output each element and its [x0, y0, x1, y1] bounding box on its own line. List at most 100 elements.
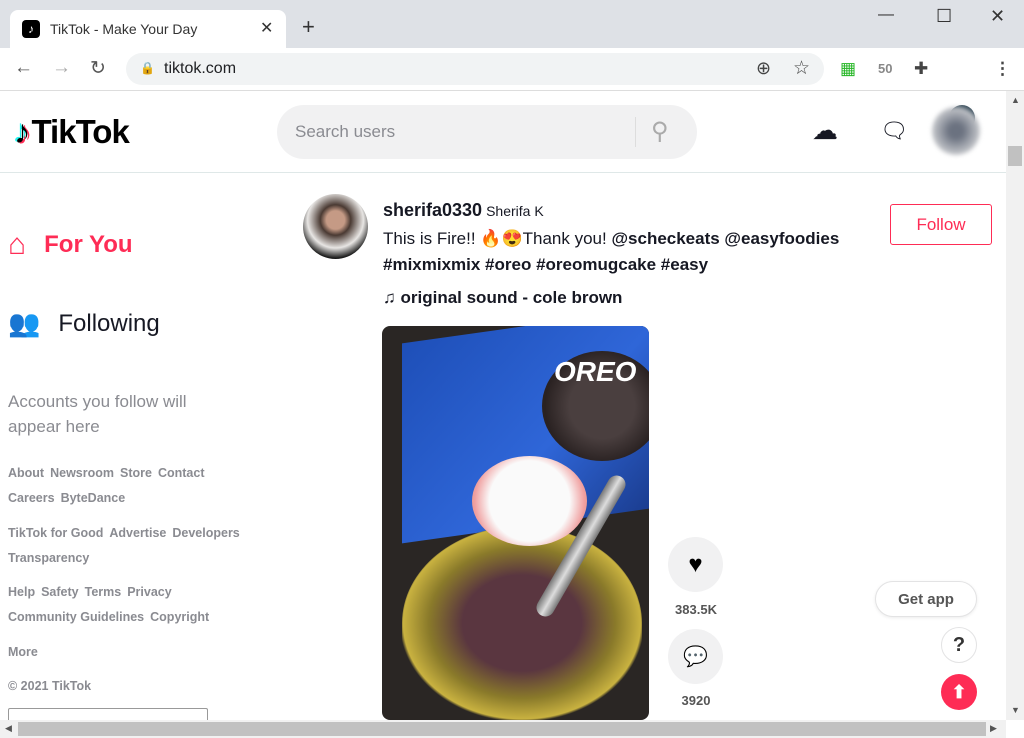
logo-text: TikTok	[31, 113, 130, 150]
arrow-up-icon: ⬆	[951, 681, 967, 702]
video-cup	[472, 456, 587, 546]
music-note-icon: ♫	[383, 288, 401, 307]
footer-link-row: Transparency	[8, 551, 89, 565]
inbox-icon[interactable]: 🗨	[880, 118, 908, 144]
search-bar: ⚲	[277, 105, 697, 159]
post-hashtags: #mixmixmix #oreo #oreomugcake #easy	[383, 255, 708, 275]
like-count: 383.5K	[675, 602, 717, 617]
url-text: tiktok.com	[164, 60, 237, 77]
sidebar-item-label: Following	[58, 309, 160, 337]
footer-link: © 2021 TikTok	[8, 679, 92, 693]
username[interactable]: sherifa0330	[383, 200, 482, 220]
sidebar-item-for-you[interactable]: ⌂ For You	[8, 228, 133, 262]
browser-tab[interactable]: ♪ TikTok - Make Your Day ✕	[10, 10, 286, 48]
footer-link[interactable]: Privacy	[127, 585, 171, 599]
nickname: Sherifa K	[486, 203, 544, 219]
footer-link[interactable]: Terms	[85, 585, 122, 599]
comment-icon: 💬	[683, 646, 708, 668]
footer-link[interactable]: ByteDance	[61, 491, 126, 505]
site-header: ♪TikTok ⚲ ☁ 🗨	[0, 91, 1006, 173]
scroll-down-icon[interactable]: ▼	[1011, 705, 1020, 715]
close-window-icon[interactable]: ✕	[990, 6, 1005, 27]
horizontal-scrollbar[interactable]: ◀ ▶	[0, 720, 1006, 738]
footer-link[interactable]: Careers	[8, 491, 55, 505]
extension-50-icon[interactable]: 50	[878, 61, 892, 76]
video-player[interactable]: OREO	[382, 326, 649, 720]
scroll-right-icon[interactable]: ▶	[990, 723, 997, 734]
search-input[interactable]	[295, 119, 625, 145]
heart-icon: ♥	[688, 550, 703, 578]
footer-link-row: Community Guidelines Copyright	[8, 610, 209, 624]
users-icon: 👥	[8, 308, 41, 338]
browser-tab-bar: ♪ TikTok - Make Your Day ✕ + — ☐ ✕	[0, 0, 1024, 48]
search-divider	[635, 117, 636, 147]
comment-button[interactable]: 💬	[668, 629, 723, 684]
forward-icon[interactable]: →	[52, 57, 71, 79]
scroll-up-icon[interactable]: ▲	[1011, 95, 1020, 105]
browser-toolbar: ← → ↻ 🔒 tiktok.com ⊕ ☆ ▦ 50 ✚ T ⋮	[0, 48, 1024, 131]
following-empty-text: Accounts you follow will appear here	[8, 392, 187, 436]
footer-link-row: More	[8, 645, 38, 659]
video-mug	[402, 526, 642, 720]
upload-icon[interactable]: ☁	[812, 115, 838, 146]
new-tab-icon[interactable]: +	[302, 14, 315, 40]
vertical-scrollbar[interactable]: ▲ ▼	[1006, 91, 1024, 720]
lock-icon: 🔒	[140, 61, 155, 75]
footer-link[interactable]: Safety	[41, 585, 79, 599]
post-author[interactable]: sherifa0330 Sherifa K	[383, 200, 544, 221]
footer-link-row: TikTok for Good Advertise Developers	[8, 526, 240, 540]
sidebar-item-label: For You	[44, 231, 133, 258]
footer-link[interactable]: Help	[8, 585, 35, 599]
tab-close-icon[interactable]: ✕	[260, 18, 273, 38]
footer-link-row: © 2021 TikTok	[8, 679, 91, 693]
comment-count: 3920	[681, 693, 711, 708]
get-app-button[interactable]: Get app	[875, 581, 977, 617]
post-caption: This is Fire!! 🔥😍Thank you! @scheckeats …	[383, 229, 839, 249]
search-icon[interactable]: ⚲	[651, 117, 669, 146]
home-icon: ⌂	[8, 228, 27, 261]
footer-link[interactable]: Newsroom	[50, 466, 114, 480]
scroll-to-top-button[interactable]: ⬆	[941, 674, 977, 710]
footer-link[interactable]: Community Guidelines	[8, 610, 144, 624]
footer-link[interactable]: Developers	[172, 526, 239, 540]
browser-menu-icon[interactable]: ⋮	[994, 59, 1011, 79]
minimize-icon[interactable]: —	[878, 6, 894, 24]
tiktok-favicon-icon: ♪	[22, 20, 40, 38]
post-author-avatar[interactable]	[303, 194, 368, 259]
post-sound[interactable]: ♫ original sound - cole brown	[383, 288, 622, 308]
caption-mentions[interactable]: @scheckeats @easyfoodies	[611, 229, 839, 248]
sound-name: original sound - cole brown	[400, 288, 623, 307]
caption-text: This is Fire!! 🔥😍Thank you!	[383, 229, 612, 248]
footer-link[interactable]: About	[8, 466, 44, 480]
back-icon[interactable]: ←	[14, 57, 33, 79]
extensions-puzzle-icon[interactable]: ✚	[914, 59, 928, 79]
footer-link[interactable]: TikTok for Good	[8, 526, 103, 540]
footer-link-row: About Newsroom Store Contact	[8, 466, 205, 480]
footer-link[interactable]: Copyright	[150, 610, 209, 624]
sidebar-item-following[interactable]: 👥 Following	[8, 308, 160, 339]
scrollbar-thumb[interactable]	[1008, 146, 1022, 166]
footer-link-row: Careers ByteDance	[8, 491, 125, 505]
follow-button[interactable]: Follow	[890, 204, 992, 245]
extension-grid-icon[interactable]: ▦	[840, 59, 856, 79]
scroll-left-icon[interactable]: ◀	[5, 723, 12, 734]
user-avatar[interactable]	[932, 107, 980, 155]
star-icon[interactable]: ☆	[793, 57, 810, 80]
footer-link[interactable]: Advertise	[109, 526, 166, 540]
footer-link[interactable]: Store	[120, 466, 152, 480]
hashtag-links[interactable]: #mixmixmix #oreo #oreomugcake #easy	[383, 255, 708, 274]
footer-link[interactable]: Contact	[158, 466, 205, 480]
zoom-icon[interactable]: ⊕	[756, 58, 771, 79]
reload-icon[interactable]: ↻	[90, 57, 106, 80]
maximize-icon[interactable]: ☐	[936, 6, 952, 27]
footer-link-row: Help Safety Terms Privacy	[8, 585, 172, 599]
footer-link[interactable]: Transparency	[8, 551, 89, 565]
address-bar[interactable]: 🔒 tiktok.com ⊕ ☆	[126, 53, 824, 85]
like-button[interactable]: ♥	[668, 537, 723, 592]
tiktok-logo[interactable]: ♪TikTok	[14, 113, 130, 151]
footer-link[interactable]: More	[8, 645, 38, 659]
video-brand-text: OREO	[554, 356, 637, 387]
scrollbar-thumb[interactable]	[18, 722, 986, 736]
tab-title: TikTok - Make Your Day	[50, 21, 198, 37]
help-button[interactable]: ?	[941, 627, 977, 663]
